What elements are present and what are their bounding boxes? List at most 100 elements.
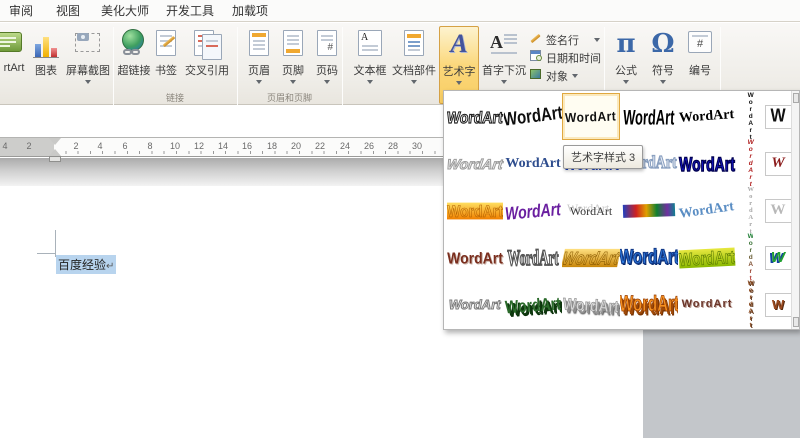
wordart-style-18[interactable]: WordArt [620, 187, 678, 234]
application-window: 审阅 视图 美化大师 开发工具 加载项 rtArt 图表 [0, 0, 800, 438]
wordart-style-19[interactable]: WordArt [678, 187, 736, 234]
screenshot-button[interactable]: 屏幕截图 [63, 26, 113, 104]
wordart-style-2[interactable]: WordArt [504, 93, 562, 140]
ruler-number: 8 [142, 141, 158, 151]
wordart-style-7[interactable]: W [763, 93, 793, 140]
wordart-style-25[interactable]: WordArt [620, 234, 678, 281]
crossref-icon [191, 28, 223, 60]
wordart-style-22[interactable]: WordArt [446, 234, 504, 281]
first-line-indent-marker[interactable] [49, 138, 61, 145]
hanging-indent-marker[interactable] [49, 149, 61, 156]
numbering-label: 编号 [674, 62, 726, 78]
bookmark-icon [150, 28, 182, 60]
signature-icon [530, 31, 543, 44]
wordart-style-14[interactable]: W [763, 140, 793, 187]
signature-line-button[interactable]: 签名行 [528, 30, 606, 46]
wordart-style-35[interactable]: W [763, 281, 793, 328]
dropdown-arrow-icon [501, 80, 507, 84]
wordart-style-5[interactable]: WordArt [678, 93, 736, 140]
quickparts-icon [398, 28, 430, 60]
dropdown-arrow-icon [623, 80, 629, 84]
hyperlink-icon [118, 28, 150, 60]
ruler-ticks [54, 151, 444, 154]
tab-view[interactable]: 视图 [51, 0, 85, 22]
ribbon-tab-bar: 审阅 视图 美化大师 开发工具 加载项 [0, 0, 800, 22]
wordart-style-31[interactable]: WordArt [562, 281, 620, 328]
wordart-style-20[interactable]: WordArt [740, 187, 760, 234]
tab-beautify[interactable]: 美化大师 [97, 0, 153, 22]
wordart-style-9[interactable]: WordArt [504, 140, 562, 187]
ruler-number: 2 [21, 141, 37, 151]
ruler-number: 30 [409, 141, 425, 151]
screenshot-icon [72, 28, 104, 60]
wordart-style-1[interactable]: WordArt [446, 93, 504, 140]
selected-text[interactable]: 百度经验↵ [56, 255, 116, 274]
object-label: 对象 [546, 68, 568, 84]
ruler-number: 28 [385, 141, 401, 151]
ruler-number: 4 [0, 141, 13, 151]
text-boundary-mark [37, 253, 56, 254]
tab-review[interactable]: 审阅 [4, 0, 38, 22]
ruler-number: 22 [312, 141, 328, 151]
header-icon [243, 28, 275, 60]
wordart-style-26[interactable]: WordArt [678, 234, 736, 281]
ruler-number: 12 [191, 141, 207, 151]
wordart-style-3-selected[interactable]: WordArt [562, 93, 620, 140]
ruler-number: 10 [167, 141, 183, 151]
wordart-style-13[interactable]: WordArt [740, 140, 760, 187]
wordart-style-15[interactable]: WordArt [446, 187, 504, 234]
wordart-style-6[interactable]: WordArt [740, 93, 760, 140]
wordart-style-21[interactable]: W [763, 187, 793, 234]
wordart-style-16[interactable]: WordArt [504, 187, 562, 234]
wordart-style-4[interactable]: WordArt [620, 93, 678, 140]
wordart-style-34[interactable]: WordArt [740, 281, 760, 328]
object-button[interactable]: 对象 [528, 66, 606, 82]
wordart-style-23[interactable]: WordArt [504, 234, 562, 281]
textbox-icon: A [354, 28, 386, 60]
dropdown-arrow-icon [660, 80, 666, 84]
left-indent-marker[interactable] [49, 156, 61, 162]
object-icon [530, 67, 543, 80]
wordart-style-8[interactable]: WordArt [446, 140, 504, 187]
dropdown-arrow-icon [456, 81, 462, 85]
ruler-number: 16 [239, 141, 255, 151]
date-time-button[interactable]: 日期和时间 [528, 48, 606, 64]
ruler-number: 6 [117, 141, 133, 151]
crossref-label: 交叉引用 [173, 62, 241, 78]
wordart-style-28[interactable]: W [763, 234, 793, 281]
wordart-style-30[interactable]: WordArt [504, 281, 562, 328]
wordart-style-24[interactable]: WordArt [562, 234, 620, 281]
text-boundary-mark [55, 230, 56, 257]
dropdown-arrow-icon [324, 80, 330, 84]
dropdown-arrow-icon [256, 80, 262, 84]
tab-developer[interactable]: 开发工具 [162, 0, 218, 22]
ruler-number: 18 [264, 141, 280, 151]
scroll-down-button[interactable] [793, 317, 799, 327]
dropdown-arrow-icon [85, 80, 91, 84]
wordart-style-27[interactable]: WordArt [740, 234, 760, 281]
equation-pi-icon: π [610, 28, 642, 60]
scroll-up-button[interactable] [793, 93, 799, 103]
wordart-style-12[interactable]: WordArt [678, 140, 736, 187]
wordart-gallery-popup: WordArt WordArt WordArt WordArt WordArt … [443, 90, 800, 330]
smartart-icon [0, 28, 28, 60]
numbering-icon: # [684, 28, 716, 60]
tab-addins[interactable]: 加载项 [228, 0, 272, 22]
ruler-number: 14 [215, 141, 231, 151]
wordart-style-29[interactable]: WordArt [446, 281, 504, 328]
wordart-style-33[interactable]: WordArt [678, 281, 736, 328]
symbol-omega-icon: Ω [647, 28, 679, 60]
ruler-number: 24 [337, 141, 353, 151]
ruler-number: 20 [288, 141, 304, 151]
footer-icon [277, 28, 309, 60]
ruler-number: 2 [68, 141, 84, 151]
group-label-header-footer: 页眉和页脚 [237, 91, 342, 103]
wordart-style-17[interactable]: WordArt [562, 187, 620, 234]
dropdown-arrow-icon [411, 80, 417, 84]
dropdown-arrow-icon [367, 80, 373, 84]
wordart-style-32[interactable]: WordArt [620, 281, 678, 328]
quickparts-button[interactable]: 文档部件 [391, 26, 437, 104]
wordart-icon: A [443, 29, 475, 61]
group-label-links: 链接 [113, 91, 237, 103]
gallery-scrollbar[interactable] [791, 91, 799, 329]
